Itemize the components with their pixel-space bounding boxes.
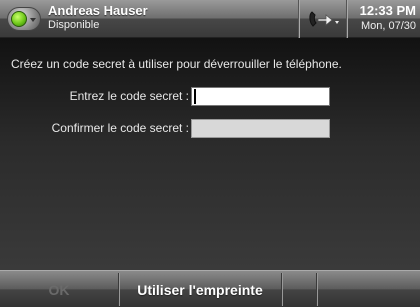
divider bbox=[298, 0, 299, 38]
presence-dot-icon bbox=[11, 11, 27, 27]
use-fingerprint-softkey[interactable]: Utiliser l'empreinte bbox=[119, 271, 281, 307]
status-bar: Andreas Hauser Disponible 12:33 PM Mon, … bbox=[0, 0, 420, 38]
presence-status: Disponible bbox=[48, 19, 100, 31]
code-input[interactable] bbox=[191, 87, 330, 106]
clock-time: 12:33 PM bbox=[359, 3, 416, 18]
chevron-down-icon bbox=[30, 18, 36, 22]
confirm-code-input[interactable] bbox=[191, 119, 330, 138]
softkey-4[interactable] bbox=[317, 271, 420, 307]
confirm-code-label: Confirmer le code secret : bbox=[51, 121, 189, 135]
presence-button[interactable] bbox=[7, 7, 41, 31]
softkey-bar: OK Utiliser l'empreinte bbox=[0, 270, 420, 307]
clock-date: Mon, 07/30 bbox=[360, 20, 416, 32]
text-cursor bbox=[194, 89, 196, 104]
divider bbox=[346, 0, 347, 38]
passcode-setup-panel: Créez un code secret à utiliser pour dév… bbox=[0, 38, 420, 270]
user-name: Andreas Hauser bbox=[48, 3, 148, 18]
ok-softkey[interactable]: OK bbox=[0, 271, 118, 307]
code-label: Entrez le code secret : bbox=[69, 89, 189, 103]
call-forward-icon[interactable] bbox=[306, 8, 342, 30]
softkey-3[interactable] bbox=[282, 271, 316, 307]
instruction-text: Créez un code secret à utiliser pour dév… bbox=[11, 57, 342, 71]
